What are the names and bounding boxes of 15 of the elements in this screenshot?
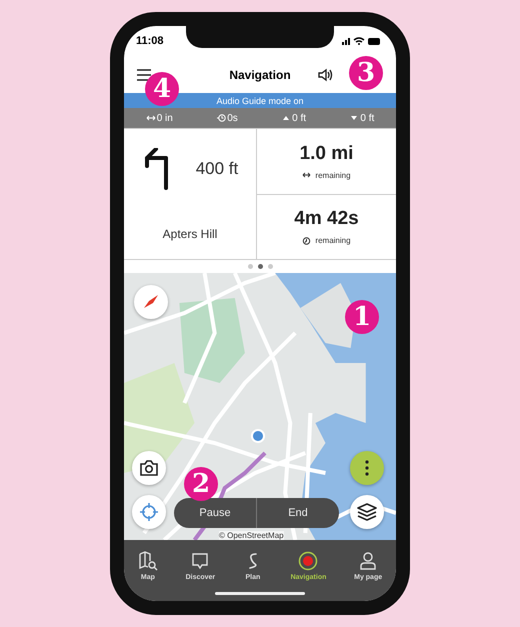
stat-value: 0 ft <box>292 112 306 124</box>
screen-title: Navigation <box>229 68 291 82</box>
remaining-label: remaining <box>315 170 351 180</box>
remaining-label: remaining <box>315 236 351 246</box>
remaining-value: 1.0 mi <box>300 142 354 165</box>
route-control-button[interactable]: End <box>256 498 339 528</box>
stat-value: 0 ft <box>360 112 374 124</box>
remaining-value: 4m 42s <box>294 208 359 230</box>
stat-value: 0 in <box>156 112 173 124</box>
street-name: Apters Hill <box>162 226 218 240</box>
turn-distance: 400 ft <box>196 158 238 178</box>
stat-value: 0s <box>227 112 238 124</box>
status-time: 11:08 <box>136 35 164 47</box>
route-control-button[interactable]: Pause <box>174 498 256 528</box>
map-attribution: © OpenStreetMap <box>219 531 284 540</box>
